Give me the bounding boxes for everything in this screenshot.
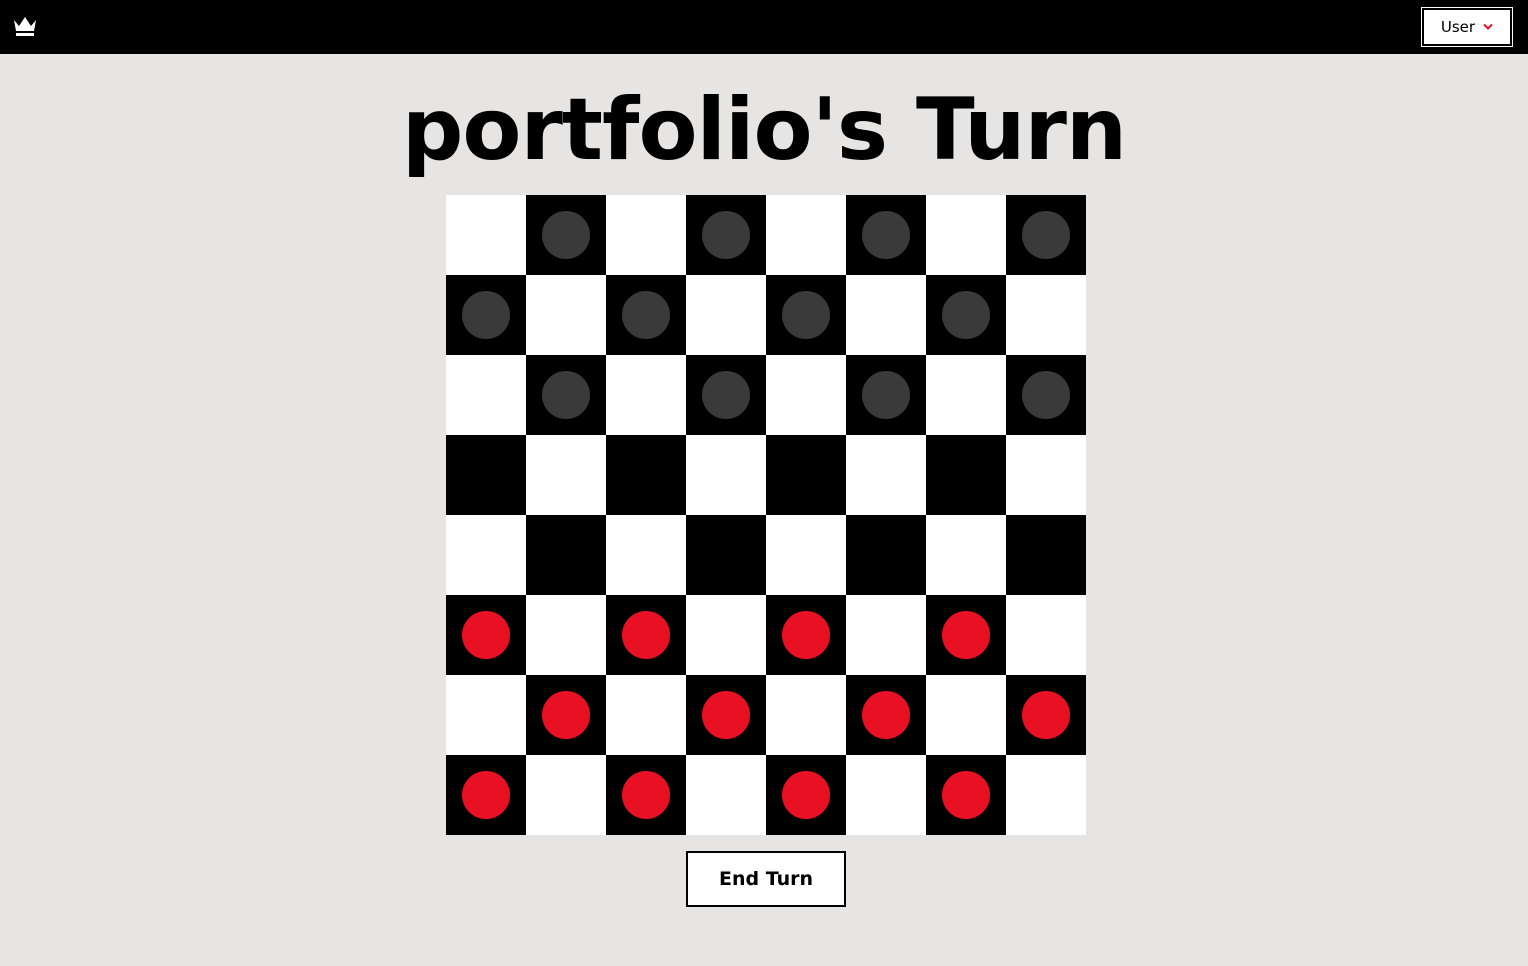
board-square[interactable] xyxy=(926,195,1006,275)
board-square[interactable] xyxy=(846,355,926,435)
board-square[interactable] xyxy=(1006,355,1086,435)
board-square[interactable] xyxy=(766,755,846,835)
board-square[interactable] xyxy=(526,675,606,755)
board-square[interactable] xyxy=(686,195,766,275)
board-square[interactable] xyxy=(926,755,1006,835)
board-square[interactable] xyxy=(446,355,526,435)
board-square[interactable] xyxy=(526,275,606,355)
board-square[interactable] xyxy=(606,515,686,595)
black-checker-piece[interactable] xyxy=(619,288,673,342)
board-square[interactable] xyxy=(1006,755,1086,835)
red-checker-piece[interactable] xyxy=(779,768,833,822)
board-square[interactable] xyxy=(766,275,846,355)
board-square[interactable] xyxy=(1006,675,1086,755)
board-square[interactable] xyxy=(606,755,686,835)
red-checker-piece[interactable] xyxy=(699,688,753,742)
board-square[interactable] xyxy=(766,675,846,755)
black-checker-piece[interactable] xyxy=(859,208,913,262)
board-square[interactable] xyxy=(846,275,926,355)
board-square[interactable] xyxy=(686,675,766,755)
red-checker-piece[interactable] xyxy=(619,768,673,822)
black-checker-piece[interactable] xyxy=(1019,208,1073,262)
board-square[interactable] xyxy=(686,755,766,835)
board-square[interactable] xyxy=(846,435,926,515)
black-checker-piece[interactable] xyxy=(859,368,913,422)
black-checker-piece[interactable] xyxy=(459,288,513,342)
board-square[interactable] xyxy=(926,675,1006,755)
black-checker-piece[interactable] xyxy=(699,208,753,262)
red-checker-piece[interactable] xyxy=(539,688,593,742)
board-square[interactable] xyxy=(526,755,606,835)
board-square[interactable] xyxy=(526,515,606,595)
board-square[interactable] xyxy=(1006,195,1086,275)
board-square[interactable] xyxy=(846,755,926,835)
board-square[interactable] xyxy=(766,515,846,595)
board-square[interactable] xyxy=(1006,595,1086,675)
board-square[interactable] xyxy=(446,275,526,355)
board-square[interactable] xyxy=(846,515,926,595)
end-turn-button[interactable]: End Turn xyxy=(686,851,846,907)
board-square[interactable] xyxy=(446,595,526,675)
red-checker-piece[interactable] xyxy=(459,768,513,822)
board-square[interactable] xyxy=(766,195,846,275)
user-menu-button[interactable]: User xyxy=(1422,8,1512,46)
turn-title: portfolio's Turn xyxy=(401,80,1127,180)
board-square[interactable] xyxy=(526,195,606,275)
board-square[interactable] xyxy=(686,355,766,435)
black-checker-piece[interactable] xyxy=(779,288,833,342)
black-checker-piece[interactable] xyxy=(539,208,593,262)
board-square[interactable] xyxy=(926,515,1006,595)
checkers-board xyxy=(446,195,1086,835)
board-square[interactable] xyxy=(526,595,606,675)
board-square[interactable] xyxy=(766,595,846,675)
black-checker-piece[interactable] xyxy=(539,368,593,422)
board-square[interactable] xyxy=(606,195,686,275)
board-square[interactable] xyxy=(846,195,926,275)
board-square[interactable] xyxy=(686,435,766,515)
board-square[interactable] xyxy=(846,675,926,755)
board-square[interactable] xyxy=(686,275,766,355)
black-checker-piece[interactable] xyxy=(1019,368,1073,422)
board-square[interactable] xyxy=(926,435,1006,515)
board-square[interactable] xyxy=(1006,515,1086,595)
red-checker-piece[interactable] xyxy=(779,608,833,662)
red-checker-piece[interactable] xyxy=(939,768,993,822)
red-checker-piece[interactable] xyxy=(859,688,913,742)
board-square[interactable] xyxy=(846,595,926,675)
board-square[interactable] xyxy=(446,675,526,755)
red-checker-piece[interactable] xyxy=(939,608,993,662)
user-menu-label: User xyxy=(1440,18,1476,36)
chevron-down-icon xyxy=(1483,23,1493,30)
board-square[interactable] xyxy=(766,355,846,435)
board-square[interactable] xyxy=(606,275,686,355)
red-checker-piece[interactable] xyxy=(619,608,673,662)
board-square[interactable] xyxy=(926,275,1006,355)
black-checker-piece[interactable] xyxy=(939,288,993,342)
red-checker-piece[interactable] xyxy=(459,608,513,662)
black-checker-piece[interactable] xyxy=(699,368,753,422)
crown-icon[interactable] xyxy=(12,14,38,38)
board-square[interactable] xyxy=(446,515,526,595)
top-bar: User xyxy=(0,0,1528,54)
board-square[interactable] xyxy=(606,435,686,515)
board-square[interactable] xyxy=(686,595,766,675)
board-square[interactable] xyxy=(926,355,1006,435)
board-square[interactable] xyxy=(526,435,606,515)
board-square[interactable] xyxy=(446,755,526,835)
board-square[interactable] xyxy=(446,435,526,515)
red-checker-piece[interactable] xyxy=(1019,688,1073,742)
board-square[interactable] xyxy=(606,595,686,675)
board-square[interactable] xyxy=(526,355,606,435)
board-square[interactable] xyxy=(926,595,1006,675)
board-square[interactable] xyxy=(606,675,686,755)
board-square[interactable] xyxy=(1006,435,1086,515)
board-square[interactable] xyxy=(446,195,526,275)
board-square[interactable] xyxy=(686,515,766,595)
board-square[interactable] xyxy=(766,435,846,515)
board-square[interactable] xyxy=(606,355,686,435)
board-square[interactable] xyxy=(1006,275,1086,355)
